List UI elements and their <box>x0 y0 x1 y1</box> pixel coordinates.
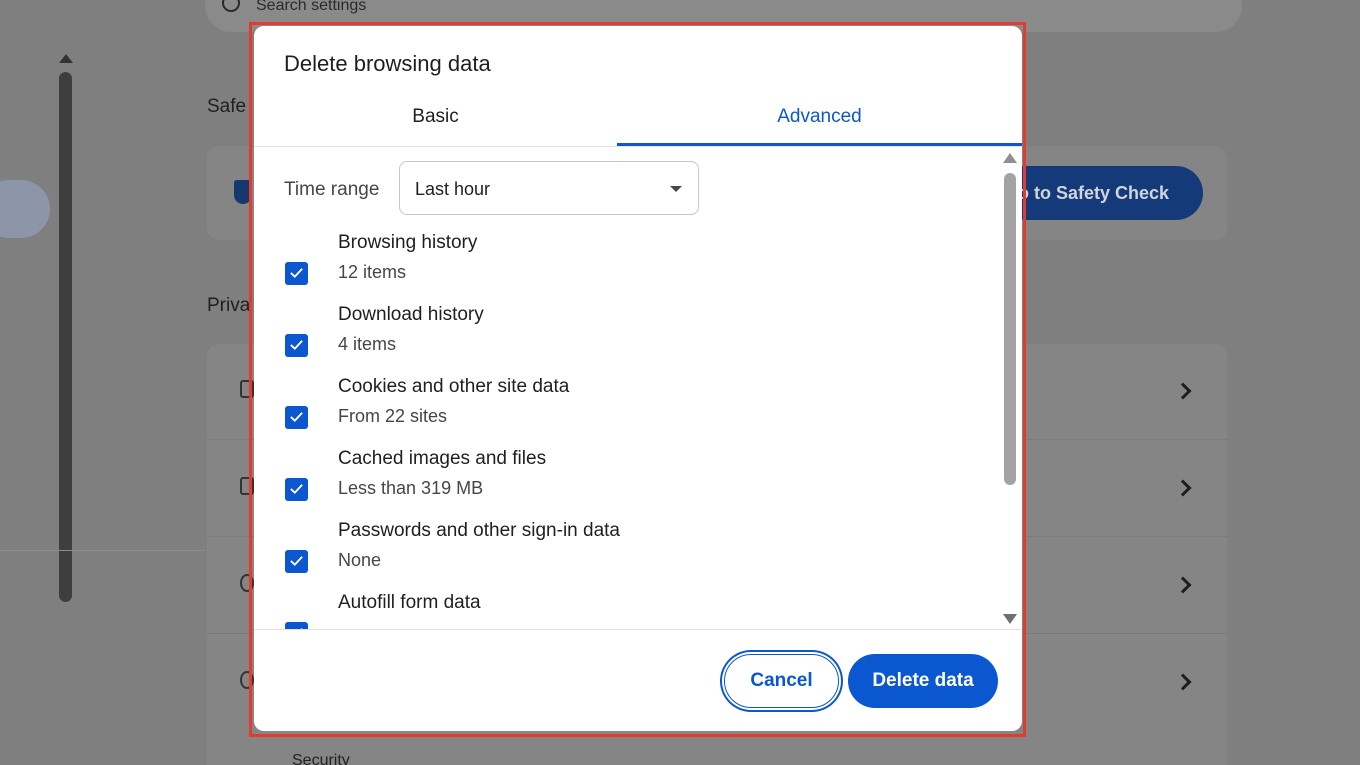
active-tab-indicator <box>617 143 1022 146</box>
passwords-checkbox[interactable] <box>285 550 308 573</box>
list-item-passwords[interactable]: Passwords and other sign-in data None <box>254 520 994 592</box>
item-title: Autofill form data <box>338 592 481 613</box>
settings-search-placeholder: Search settings <box>256 0 367 14</box>
scroll-up-arrow-icon <box>59 54 73 63</box>
checkmark-icon <box>290 268 303 279</box>
item-subtitle: 12 items <box>338 262 407 282</box>
item-subtitle: 4 items <box>338 334 397 354</box>
time-range-value: Last hour <box>415 179 491 199</box>
checkmark-icon <box>290 556 303 567</box>
list-item-download-history[interactable]: Download history 4 items <box>254 304 994 376</box>
cookies-checkbox[interactable] <box>285 406 308 429</box>
list-item-autofill[interactable]: Autofill form data <box>254 592 994 629</box>
checkmark-icon <box>290 412 303 423</box>
sidebar-active-item <box>0 180 50 238</box>
scroll-down-arrow-icon[interactable] <box>1003 614 1017 624</box>
scroll-up-arrow-icon[interactable] <box>1003 153 1017 163</box>
dropdown-arrow-icon <box>670 186 682 192</box>
checkmark-icon <box>290 484 303 495</box>
item-subtitle: Less than 319 MB <box>338 478 484 498</box>
browsing-history-checkbox[interactable] <box>285 262 308 285</box>
list-item-browsing-history[interactable]: Browsing history 12 items <box>254 232 994 304</box>
item-subtitle: None <box>338 550 382 570</box>
delete-data-button[interactable]: Delete data <box>848 654 998 708</box>
sidebar-divider <box>0 550 205 551</box>
item-title: Passwords and other sign-in data <box>338 520 620 541</box>
delete-browsing-data-dialog: Delete browsing data Basic Advanced Time… <box>254 26 1022 731</box>
dialog-title: Delete browsing data <box>284 51 491 76</box>
cancel-button[interactable]: Cancel <box>724 654 839 708</box>
tab-basic[interactable]: Basic <box>254 100 617 146</box>
tab-bar: Basic Advanced <box>254 100 1022 147</box>
list-item-cookies[interactable]: Cookies and other site data From 22 site… <box>254 376 994 448</box>
checkmark-icon <box>290 340 303 351</box>
item-title: Cookies and other site data <box>338 376 570 397</box>
download-history-checkbox[interactable] <box>285 334 308 357</box>
safety-section-label: Safe <box>207 96 247 117</box>
item-subtitle: From 22 sites <box>338 406 448 426</box>
autofill-checkbox[interactable] <box>285 622 308 629</box>
dialog-scrollbar-thumb[interactable] <box>1004 173 1016 485</box>
time-range-label: Time range <box>284 179 380 200</box>
dialog-footer: Cancel Delete data <box>254 629 1022 731</box>
security-row-label: Security <box>292 752 350 765</box>
list-item-cached-images[interactable]: Cached images and files Less than 319 MB <box>254 448 994 520</box>
item-title: Browsing history <box>338 232 478 253</box>
dialog-content: Time range Last hour Browsing history 12… <box>254 148 1022 629</box>
item-title: Cached images and files <box>338 448 547 469</box>
safety-check-button: o to Safety Check <box>1000 166 1203 220</box>
time-range-select[interactable]: Last hour <box>399 161 699 215</box>
cached-images-checkbox[interactable] <box>285 478 308 501</box>
page-scrollbar-thumb <box>59 72 72 602</box>
item-title: Download history <box>338 304 484 325</box>
tab-advanced[interactable]: Advanced <box>617 100 1022 146</box>
privacy-section-label: Priva <box>207 295 251 316</box>
